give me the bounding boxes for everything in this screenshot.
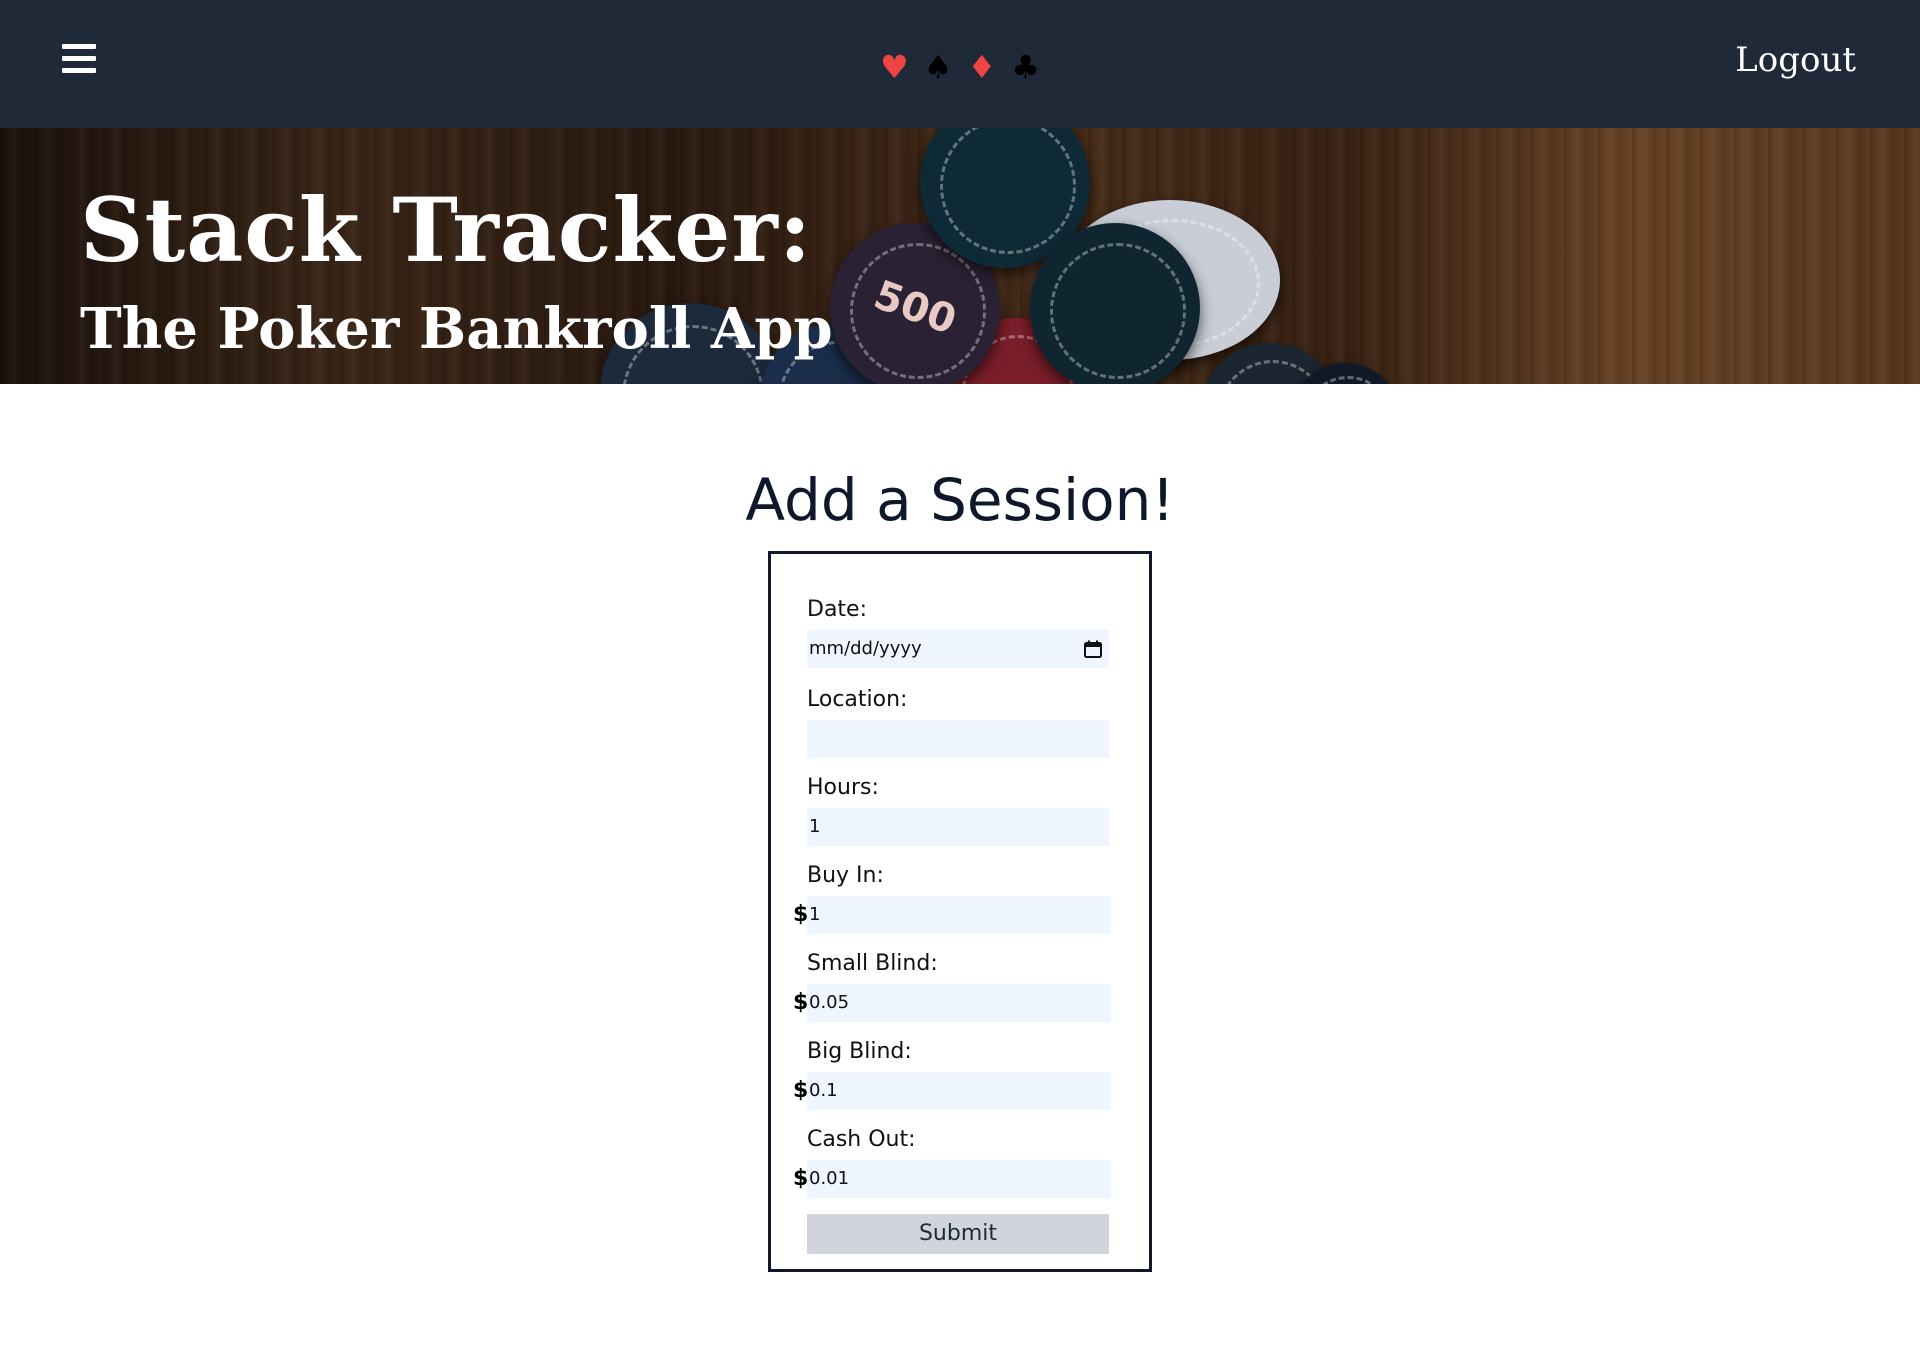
spade-suit-icon: ♠: [923, 48, 953, 86]
suits-logo: ♥ ♠ ♦ ♣: [880, 44, 1040, 90]
calendar-icon[interactable]: [1083, 639, 1103, 659]
cash-out-field: Cash Out: $: [793, 1124, 1111, 1198]
dollar-sign-icon: $: [793, 990, 809, 1015]
logout-link[interactable]: Logout: [1735, 36, 1856, 84]
buy-in-label: Buy In:: [807, 863, 884, 888]
dollar-sign-icon: $: [793, 1166, 809, 1191]
location-field: Location:: [807, 684, 1111, 758]
location-input[interactable]: [807, 720, 1109, 758]
location-label: Location:: [807, 687, 908, 712]
dollar-sign-icon: $: [793, 902, 809, 927]
poker-chip-image: [1030, 223, 1200, 384]
dollar-sign-icon: $: [793, 1078, 809, 1103]
app-title: Stack Tracker:: [80, 178, 813, 282]
app-subtitle: The Poker Bankroll App: [80, 296, 833, 362]
add-session-form: Date: mm/dd/yyyy Location: Hours: Buy In…: [768, 551, 1152, 1272]
cash-out-input[interactable]: [807, 1160, 1111, 1198]
date-placeholder: mm/dd/yyyy: [809, 638, 922, 659]
small-blind-field: Small Blind: $: [793, 948, 1111, 1022]
hours-input[interactable]: [807, 808, 1109, 846]
hero-banner: 500 Stack Tracker: The Poker Bankroll Ap…: [0, 128, 1920, 384]
buy-in-field: Buy In: $: [793, 860, 1111, 934]
date-label: Date:: [807, 597, 867, 622]
small-blind-input[interactable]: [807, 984, 1111, 1022]
top-nav-bar: ♥ ♠ ♦ ♣ Logout: [0, 0, 1920, 128]
big-blind-field: Big Blind: $: [793, 1036, 1111, 1110]
hours-label: Hours:: [807, 775, 879, 800]
date-input[interactable]: mm/dd/yyyy: [807, 630, 1109, 668]
heart-suit-icon: ♥: [880, 48, 909, 86]
diamond-suit-icon: ♦: [967, 48, 997, 86]
club-suit-icon: ♣: [1011, 48, 1040, 86]
cash-out-label: Cash Out:: [807, 1127, 916, 1152]
big-blind-input[interactable]: [807, 1072, 1111, 1110]
submit-button[interactable]: Submit: [807, 1214, 1109, 1254]
buy-in-input[interactable]: [807, 896, 1111, 934]
hamburger-menu-icon[interactable]: [62, 44, 98, 74]
form-heading: Add a Session!: [745, 466, 1175, 534]
small-blind-label: Small Blind:: [807, 951, 938, 976]
big-blind-label: Big Blind:: [807, 1039, 912, 1064]
date-field: Date: mm/dd/yyyy: [807, 594, 1111, 668]
hours-field: Hours:: [807, 772, 1111, 846]
